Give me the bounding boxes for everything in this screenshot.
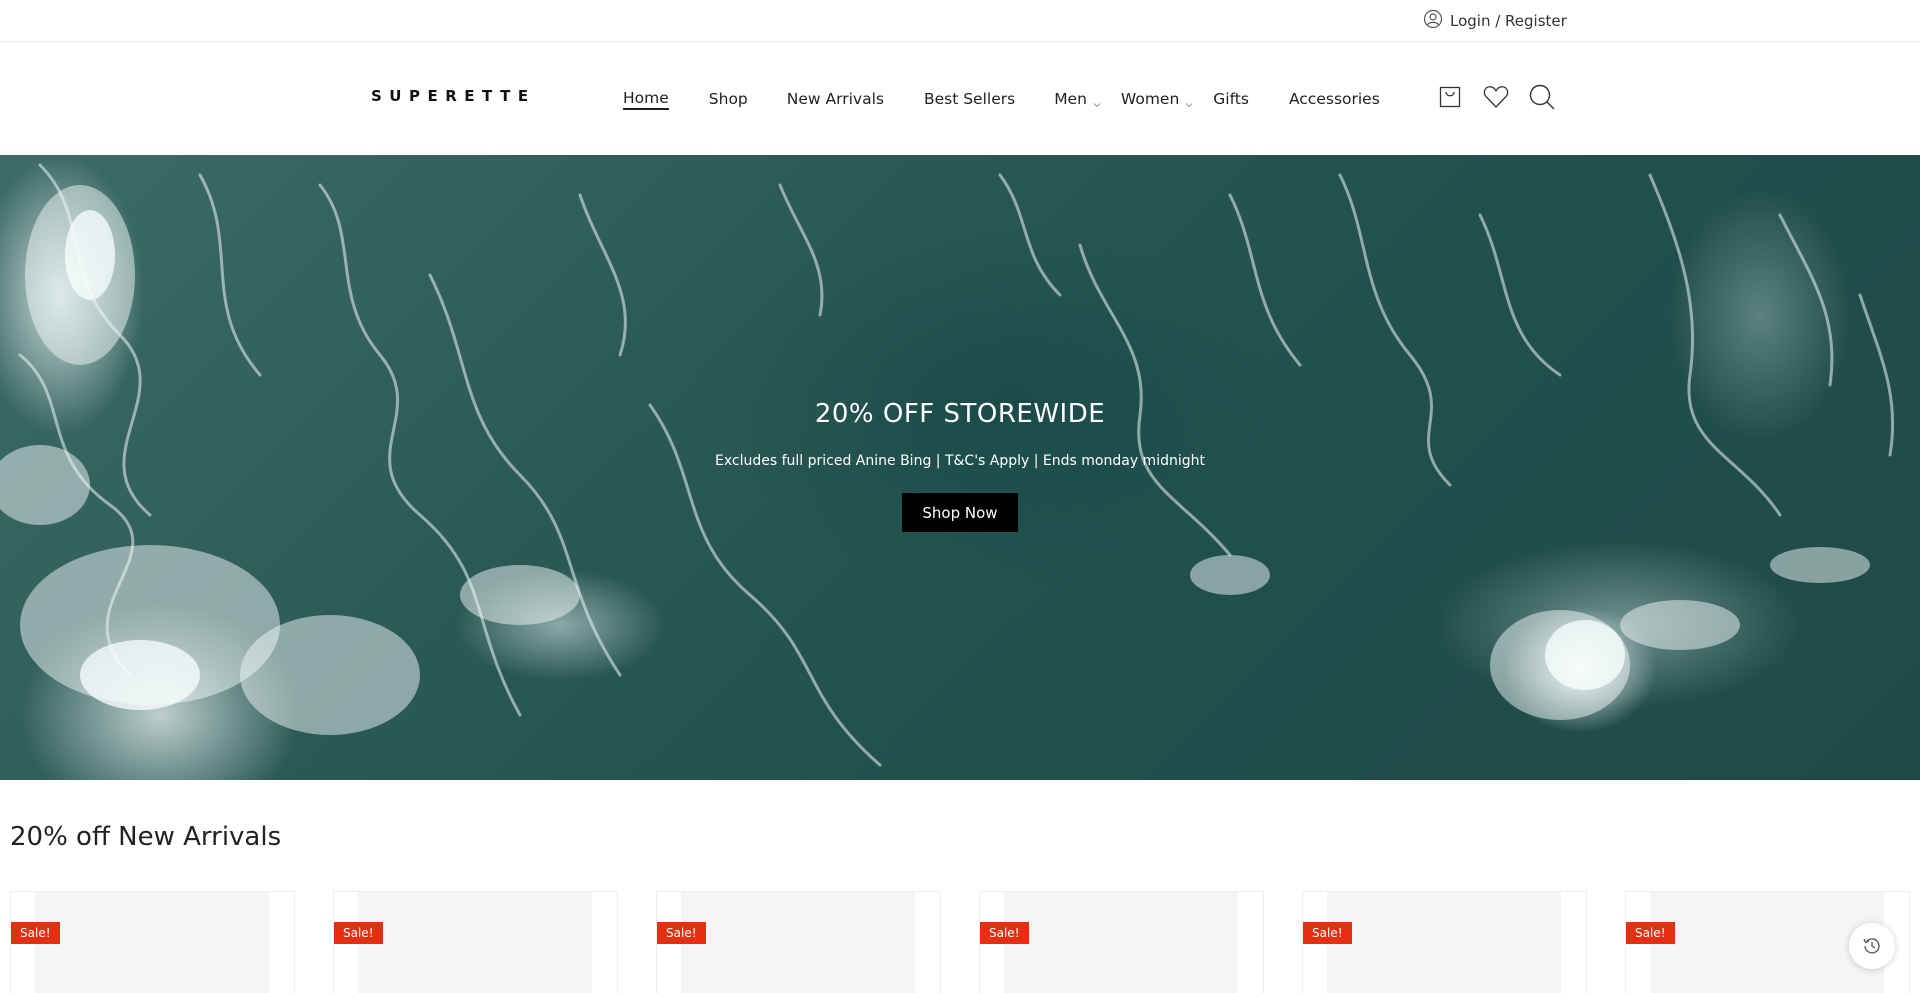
site-header: SUPERETTE Home Shop New Arrivals Best Se…: [0, 42, 1920, 155]
nav-item-accessories[interactable]: Accessories: [1289, 88, 1380, 110]
heart-icon[interactable]: [1483, 84, 1509, 110]
hero-content: 20% OFF STOREWIDE Excludes full priced A…: [0, 155, 1920, 780]
nav-item-home[interactable]: Home: [623, 88, 669, 110]
product-card[interactable]: Sale!: [656, 891, 941, 993]
product-card[interactable]: Sale!: [979, 891, 1264, 993]
login-register-label: Login / Register: [1450, 12, 1567, 30]
sale-badge: Sale!: [334, 922, 383, 944]
nav-label: Shop: [708, 90, 748, 108]
search-icon[interactable]: [1529, 84, 1555, 110]
product-list: Sale! Sale! Sale! Sale! Sale! Sale!: [10, 891, 1910, 993]
nav-item-gifts[interactable]: Gifts: [1213, 88, 1249, 110]
shop-now-button[interactable]: Shop Now: [902, 493, 1018, 532]
main-nav: Home Shop New Arrivals Best Sellers Men …: [623, 88, 1380, 110]
nav-label: New Arrivals: [786, 90, 884, 108]
nav-label: Men: [1054, 90, 1087, 108]
product-image[interactable]: [35, 892, 269, 993]
nav-label: Gifts: [1213, 90, 1249, 108]
product-card[interactable]: Sale!: [10, 891, 295, 993]
top-bar: Login / Register: [0, 0, 1920, 42]
product-card[interactable]: Sale!: [1302, 891, 1587, 993]
user-circle-icon: [1423, 9, 1443, 33]
hero-subtitle: Excludes full priced Anine Bing | T&C's …: [715, 453, 1205, 469]
chevron-down-icon: [1093, 95, 1101, 108]
nav-item-men[interactable]: Men: [1054, 88, 1101, 110]
header-icons: [1437, 84, 1555, 110]
nav-label: Home: [623, 89, 669, 110]
nav-label: Women: [1120, 90, 1180, 108]
sale-badge: Sale!: [1303, 922, 1352, 944]
nav-label: Accessories: [1288, 90, 1380, 108]
hero-title: 20% OFF STOREWIDE: [814, 399, 1106, 429]
product-image[interactable]: [1004, 892, 1238, 993]
cart-icon[interactable]: [1437, 84, 1463, 110]
product-image[interactable]: [681, 892, 915, 993]
product-card[interactable]: Sale!: [333, 891, 618, 993]
sale-badge: Sale!: [1626, 922, 1675, 944]
product-image[interactable]: [1327, 892, 1561, 993]
nav-label: Best Sellers: [923, 90, 1016, 108]
product-image[interactable]: [358, 892, 592, 993]
nav-item-best-sellers[interactable]: Best Sellers: [924, 88, 1015, 110]
sale-badge: Sale!: [11, 922, 60, 944]
chevron-down-icon: [1185, 95, 1193, 108]
hero-banner: 20% OFF STOREWIDE Excludes full priced A…: [0, 155, 1920, 780]
site-logo[interactable]: SUPERETTE: [371, 87, 536, 105]
login-register-link[interactable]: Login / Register: [1423, 9, 1567, 33]
nav-item-new-arrivals[interactable]: New Arrivals: [787, 88, 884, 110]
history-icon[interactable]: [1849, 923, 1895, 969]
nav-item-women[interactable]: Women: [1121, 88, 1193, 110]
nav-item-shop[interactable]: Shop: [709, 88, 748, 110]
sale-badge: Sale!: [657, 922, 706, 944]
sale-badge: Sale!: [980, 922, 1029, 944]
section-title: 20% off New Arrivals: [10, 822, 282, 852]
